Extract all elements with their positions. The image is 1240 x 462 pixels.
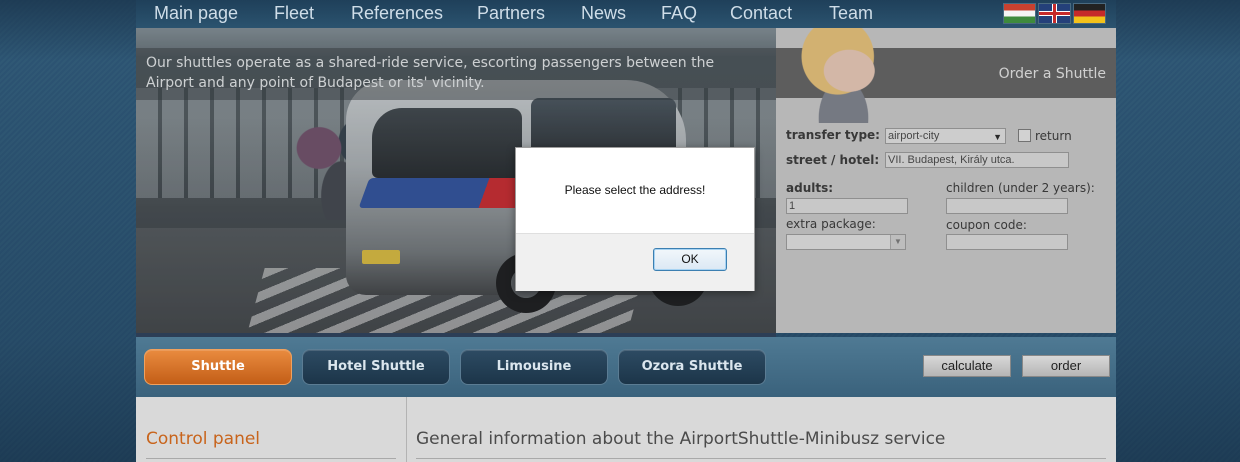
nav-news[interactable]: News xyxy=(581,3,626,24)
calculate-button[interactable]: calculate xyxy=(923,355,1011,377)
flag-germany-icon[interactable] xyxy=(1073,3,1106,24)
language-switcher xyxy=(1001,3,1106,24)
tab-ozora-shuttle[interactable]: Ozora Shuttle xyxy=(618,349,766,385)
nav-main-page[interactable]: Main page xyxy=(154,3,238,24)
divider xyxy=(416,458,1106,459)
control-panel-title: Control panel xyxy=(146,429,261,449)
flag-hungary-icon[interactable] xyxy=(1003,3,1036,24)
divider xyxy=(146,458,396,459)
ok-button[interactable]: OK xyxy=(653,248,727,271)
flag-uk-icon[interactable] xyxy=(1038,3,1071,24)
alert-message: Please select the address! xyxy=(564,183,706,197)
alert-dialog: Please select the address! OK xyxy=(515,147,755,291)
general-info-title: General information about the AirportShu… xyxy=(416,429,946,449)
order-button[interactable]: order xyxy=(1022,355,1110,377)
nav-partners[interactable]: Partners xyxy=(477,3,545,24)
top-navigation: Main page Fleet References Partners News… xyxy=(136,0,1116,28)
tab-limousine[interactable]: Limousine xyxy=(460,349,608,385)
tab-shuttle[interactable]: Shuttle xyxy=(144,349,292,385)
tab-hotel-shuttle[interactable]: Hotel Shuttle xyxy=(302,349,450,385)
content-area: Control panel General information about … xyxy=(136,397,1116,462)
nav-references[interactable]: References xyxy=(351,3,443,24)
nav-team[interactable]: Team xyxy=(829,3,873,24)
column-divider xyxy=(406,397,407,462)
nav-fleet[interactable]: Fleet xyxy=(274,3,314,24)
service-bar: Shuttle Hotel Shuttle Limousine Ozora Sh… xyxy=(136,337,1116,397)
nav-faq[interactable]: FAQ xyxy=(661,3,697,24)
nav-contact[interactable]: Contact xyxy=(730,3,792,24)
